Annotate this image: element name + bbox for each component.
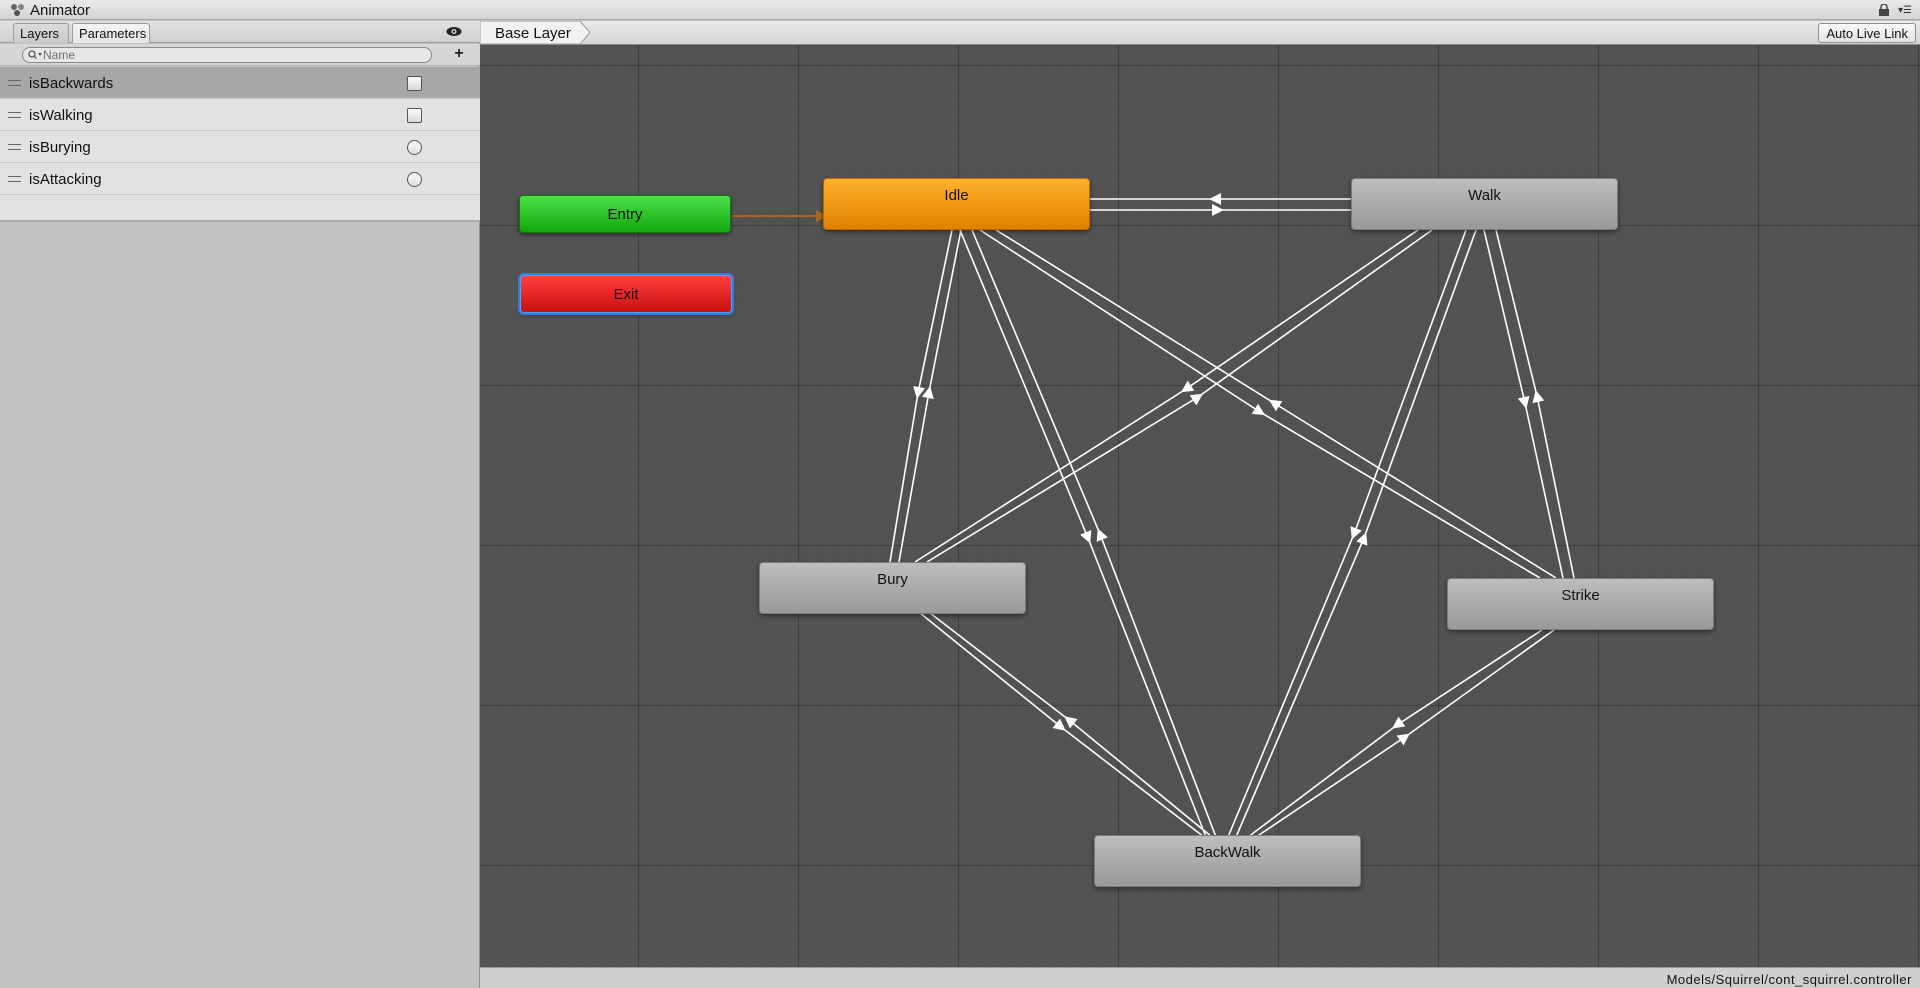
drag-handle-icon[interactable] xyxy=(8,80,21,86)
bool-checkbox[interactable] xyxy=(407,76,422,91)
bool-checkbox[interactable] xyxy=(407,108,422,123)
transition-strike-backwalk[interactable] xyxy=(1247,629,1543,838)
transition-walk-bury[interactable] xyxy=(914,229,1419,563)
state-strike[interactable]: Strike xyxy=(1447,578,1714,630)
transition-idle-backwalk[interactable] xyxy=(959,229,1207,838)
lock-icon[interactable] xyxy=(1878,4,1890,16)
graph-toolbar: Base Layer Auto Live Link xyxy=(480,21,1920,45)
transition-edges xyxy=(732,193,1575,838)
parameter-search-box xyxy=(22,47,432,63)
auto-live-link-button[interactable]: Auto Live Link xyxy=(1818,23,1916,43)
transition-bury-idle[interactable] xyxy=(898,229,962,563)
transition-bury-walk[interactable] xyxy=(926,229,1433,563)
transition-idle-strike[interactable] xyxy=(979,229,1541,579)
trigger-radio[interactable] xyxy=(407,140,422,155)
transition-strike-walk[interactable] xyxy=(1495,229,1575,579)
drag-handle-icon[interactable] xyxy=(8,112,21,118)
transition-backwalk-walk[interactable] xyxy=(1235,229,1477,838)
breadcrumb-base-layer[interactable]: Base Layer xyxy=(495,25,571,42)
parameter-search-input[interactable] xyxy=(43,48,423,62)
parameters-panel: Layers Parameters + isBackwards xyxy=(0,21,480,988)
trigger-radio[interactable] xyxy=(407,172,422,187)
state-machine-graph[interactable]: Entry Exit Idle Walk Bury Strike BackWal… xyxy=(480,45,1920,967)
state-exit[interactable]: Exit xyxy=(520,275,732,313)
state-entry[interactable]: Entry xyxy=(519,195,731,233)
parameter-name: isWalking xyxy=(29,107,93,124)
parameter-row-iswalking[interactable]: isWalking xyxy=(0,99,480,131)
tab-layers[interactable]: Layers xyxy=(13,23,69,43)
state-bury[interactable]: Bury xyxy=(759,562,1026,614)
eye-icon[interactable] xyxy=(446,26,462,37)
animator-window: Animator ▾☰ Layers Parameters + xyxy=(0,0,1920,988)
panel-tab-bar: Layers Parameters xyxy=(0,21,480,43)
transition-strike-idle[interactable] xyxy=(995,229,1557,579)
parameter-row-isburying[interactable]: isBurying xyxy=(0,131,480,163)
drag-handle-icon[interactable] xyxy=(8,176,21,182)
drag-handle-icon[interactable] xyxy=(8,144,21,150)
parameter-name: isBackwards xyxy=(29,75,114,92)
parameter-name: isAttacking xyxy=(29,171,102,188)
animator-icon xyxy=(11,4,24,16)
parameter-row-isattacking[interactable]: isAttacking xyxy=(0,163,480,195)
status-bar: Models/Squirrel/cont_squirrel.controller xyxy=(480,967,1920,988)
state-walk[interactable]: Walk xyxy=(1351,178,1618,230)
tab-parameters[interactable]: Parameters xyxy=(72,23,150,43)
parameter-name: isBurying xyxy=(29,139,91,156)
search-icon[interactable] xyxy=(28,50,42,60)
transition-walk-strike[interactable] xyxy=(1483,229,1564,579)
window-title: Animator xyxy=(30,2,91,19)
transition-backwalk-idle[interactable] xyxy=(971,229,1217,838)
transition-idle-bury[interactable] xyxy=(889,229,953,563)
controller-asset-path: Models/Squirrel/cont_squirrel.controller xyxy=(1666,972,1912,987)
window-menu-icon[interactable]: ▾☰ xyxy=(1898,6,1912,16)
window-titlebar: Animator ▾☰ xyxy=(0,0,1920,20)
transition-backwalk-bury[interactable] xyxy=(929,612,1213,838)
parameter-list: isBackwards isWalking isBurying isAttack… xyxy=(0,67,480,222)
state-backwalk[interactable]: BackWalk xyxy=(1094,835,1361,887)
parameter-row-isbackwards[interactable]: isBackwards xyxy=(0,67,480,99)
add-parameter-button[interactable]: + xyxy=(452,46,466,62)
state-idle-default[interactable]: Idle xyxy=(823,178,1090,230)
parameter-search-row: + xyxy=(0,44,480,66)
transition-walk-backwalk[interactable] xyxy=(1227,229,1467,838)
